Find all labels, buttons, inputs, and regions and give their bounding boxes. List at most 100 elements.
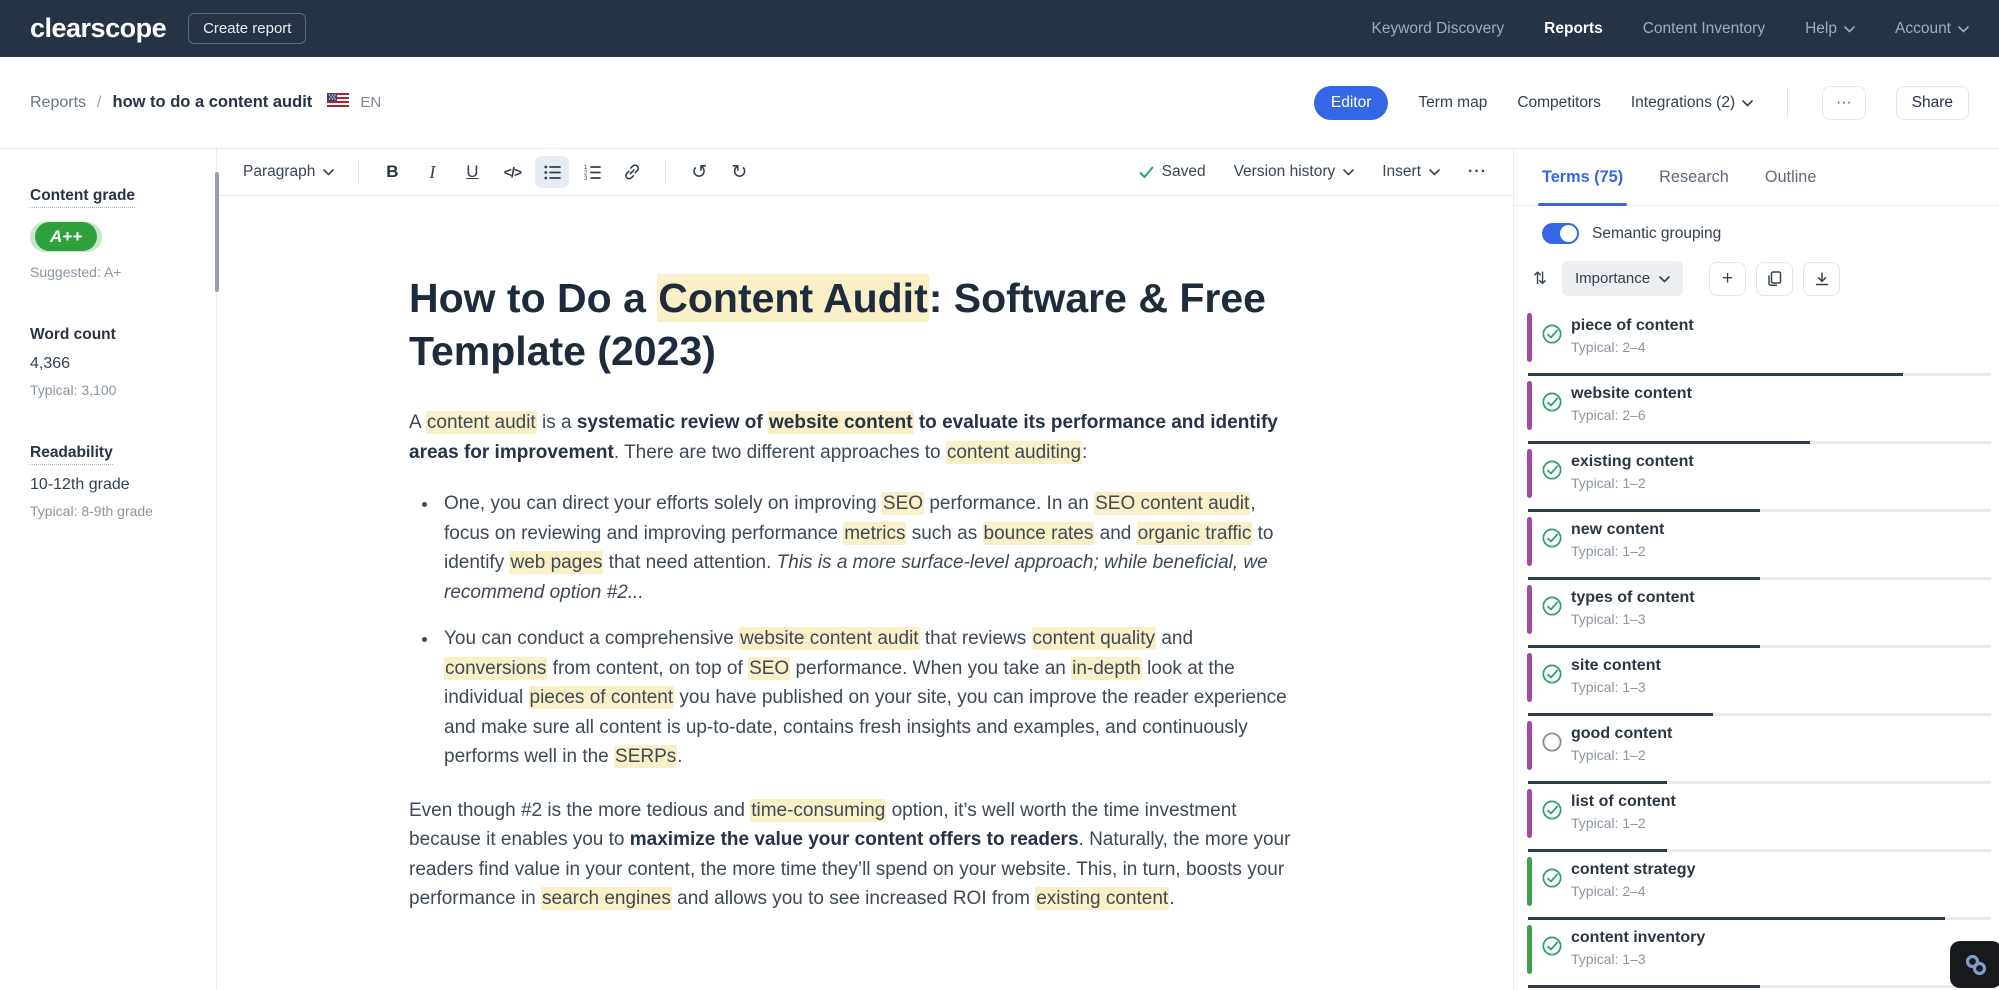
term-list-item[interactable]: content inventory Typical: 1–3 (1514, 920, 1999, 988)
text-segment: and allows you to see increased ROI from (672, 888, 1035, 909)
term-list-item[interactable]: piece of content Typical: 2–4 (1514, 308, 1999, 376)
nav-reports[interactable]: Reports (1544, 20, 1603, 38)
term-name: good content (1571, 725, 1983, 743)
editor-pane: Paragraph B I U </> 123 ↺ ↻ (217, 149, 1513, 990)
term-check-icon (1541, 935, 1563, 962)
breadcrumb-reports-link[interactable]: Reports (30, 94, 86, 112)
term-typical-range: Typical: 1–2 (1571, 475, 1983, 491)
document-editor[interactable]: How to Do a Content Audit: Software & Fr… (217, 196, 1513, 990)
nav-account[interactable]: Account (1895, 20, 1969, 38)
view-competitors[interactable]: Competitors (1517, 94, 1601, 112)
nav-help-label: Help (1805, 20, 1837, 38)
numbered-list-icon: 123 (583, 163, 602, 182)
share-button[interactable]: Share (1896, 86, 1969, 120)
term-list-item[interactable]: new content Typical: 1–2 (1514, 512, 1999, 580)
chevron-down-icon (1429, 163, 1440, 181)
text-segment: and (1156, 628, 1193, 649)
term-typical-range: Typical: 1–3 (1571, 679, 1983, 695)
sort-direction-icon[interactable]: ⇅ (1528, 269, 1552, 289)
bullet-list-button[interactable] (535, 156, 569, 188)
semantic-group-bar (1527, 449, 1532, 498)
create-report-button[interactable]: Create report (188, 13, 306, 44)
paragraph-style-label: Paragraph (243, 163, 315, 181)
bold-button[interactable]: B (375, 156, 409, 188)
term-list-item[interactable]: existing content Typical: 1–2 (1514, 444, 1999, 512)
term-list-item[interactable]: types of content Typical: 1–3 (1514, 580, 1999, 648)
stats-sidebar: Content grade A++ Suggested: A+ Word cou… (0, 149, 217, 990)
download-terms-button[interactable] (1803, 262, 1840, 296)
readability-value: 10-12th grade (30, 476, 216, 494)
header-divider (1787, 88, 1788, 118)
tab-outline[interactable]: Outline (1765, 149, 1817, 205)
term-name: piece of content (1571, 317, 1983, 335)
redo-button[interactable]: ↻ (722, 156, 756, 188)
sort-by-dropdown[interactable]: Importance (1562, 261, 1683, 296)
view-editor[interactable]: Editor (1314, 86, 1389, 120)
highlighted-term: SEO (748, 657, 790, 680)
term-name: list of content (1571, 793, 1983, 811)
toggle-knob (1560, 225, 1577, 242)
term-list-item[interactable]: content strategy Typical: 2–4 (1514, 852, 1999, 920)
term-list-item[interactable]: website content Typical: 2–6 (1514, 376, 1999, 444)
version-history-dropdown[interactable]: Version history (1234, 163, 1355, 181)
term-name: types of content (1571, 589, 1983, 607)
term-check-icon (1541, 391, 1563, 418)
toolbar-more-button[interactable]: ··· (1468, 163, 1487, 181)
view-integrations[interactable]: Integrations (2) (1631, 94, 1753, 112)
report-more-button[interactable]: ··· (1822, 86, 1866, 120)
text-segment: Even though #2 is the more tedious and (409, 800, 750, 821)
insert-dropdown[interactable]: Insert (1382, 163, 1440, 181)
nav-keyword-discovery[interactable]: Keyword Discovery (1372, 20, 1505, 38)
semantic-group-bar (1527, 653, 1532, 702)
saved-check-icon (1139, 166, 1154, 179)
italic-button[interactable]: I (415, 156, 449, 188)
text-segment: One, you can direct your efforts solely … (444, 493, 882, 514)
highlighted-term: SEO (882, 492, 924, 515)
term-usage-progress-fill (1528, 985, 1760, 988)
term-list-item[interactable]: list of content Typical: 1–2 (1514, 784, 1999, 852)
text-segment: : (1082, 442, 1087, 463)
us-flag-icon (327, 93, 349, 112)
nav-content-inventory[interactable]: Content Inventory (1643, 20, 1765, 38)
copy-terms-button[interactable] (1756, 262, 1793, 296)
semantic-grouping-toggle[interactable] (1542, 223, 1579, 244)
tab-terms[interactable]: Terms (75) (1542, 149, 1623, 205)
undo-button[interactable]: ↺ (682, 156, 716, 188)
highlighted-term: SERPs (614, 745, 677, 768)
panel-tabs: Terms (75) Research Outline (1514, 149, 1999, 206)
document-bullet-item: You can conduct a comprehensive website … (439, 624, 1294, 772)
highlighted-term: existing content (1035, 887, 1169, 910)
download-icon (1814, 271, 1830, 287)
text-segment: is a (537, 412, 577, 433)
highlighted-term: content quality (1032, 627, 1157, 650)
add-term-button[interactable]: + (1709, 262, 1746, 296)
highlighted-term: time-consuming (750, 799, 886, 822)
term-typical-range: Typical: 2–4 (1571, 883, 1983, 899)
numbered-list-button[interactable]: 123 (575, 156, 609, 188)
text-segment: A (409, 412, 426, 433)
view-term-map[interactable]: Term map (1418, 94, 1487, 112)
term-list-item[interactable]: good content Typical: 1–2 (1514, 716, 1999, 784)
highlighted-term: content auditing (946, 441, 1082, 464)
underline-button[interactable]: U (455, 156, 489, 188)
highlighted-term: search engines (541, 887, 672, 910)
tab-research[interactable]: Research (1659, 149, 1729, 205)
term-check-icon (1541, 663, 1563, 690)
paragraph-style-dropdown[interactable]: Paragraph (235, 158, 342, 186)
link-extension-badge[interactable] (1950, 941, 1999, 988)
term-list-item[interactable]: site content Typical: 1–3 (1514, 648, 1999, 716)
highlighted-term: in-depth (1071, 657, 1142, 680)
terms-panel: Terms (75) Research Outline Semantic gro… (1513, 149, 1999, 990)
link-button[interactable] (615, 156, 649, 188)
semantic-group-bar (1527, 789, 1532, 838)
term-typical-range: Typical: 1–3 (1571, 611, 1983, 627)
nav-help[interactable]: Help (1805, 20, 1855, 38)
code-button[interactable]: </> (495, 156, 529, 188)
scrollbar-thumb[interactable] (215, 172, 219, 292)
saved-label: Saved (1162, 163, 1206, 181)
highlighted-term: web pages (509, 551, 603, 574)
breadcrumb: Reports / how to do a content audit EN (30, 93, 381, 112)
term-typical-range: Typical: 2–4 (1571, 339, 1983, 355)
report-language: EN (360, 94, 381, 111)
chevron-down-icon (1844, 20, 1855, 38)
